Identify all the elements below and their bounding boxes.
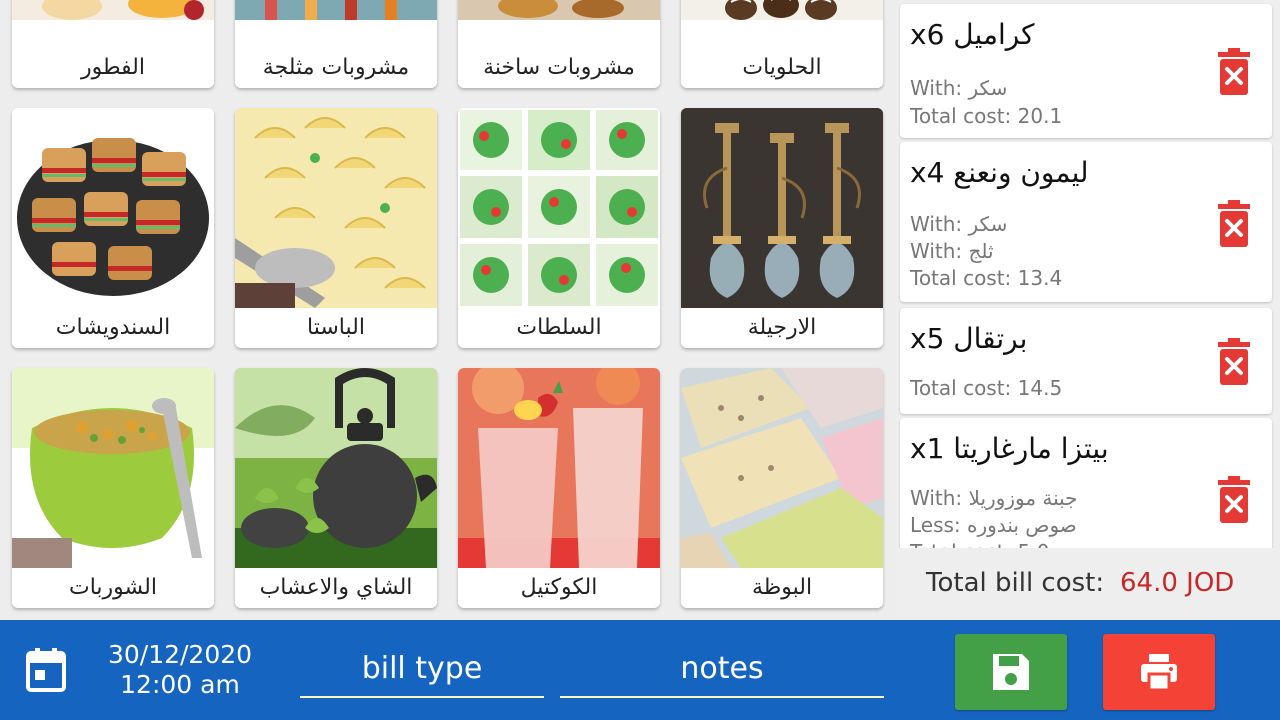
category-card-salads[interactable]: السلطات	[458, 108, 660, 348]
category-label: الباستا	[307, 315, 365, 340]
tea-herbs-image	[235, 368, 437, 568]
save-button[interactable]	[955, 634, 1067, 710]
order-item[interactable]: كراميل x6 With: سكر Total cost: 20.1	[900, 4, 1272, 138]
hot-drinks-image	[458, 0, 660, 20]
category-card-sandwiches[interactable]: السندويشات	[12, 108, 214, 348]
salads-image	[458, 108, 660, 308]
breakfast-image	[12, 0, 214, 20]
order-list[interactable]: كراميل x6 With: سكر Total cost: 20.1 ليم…	[896, 0, 1280, 548]
notes-field[interactable]: notes	[560, 644, 884, 698]
delete-icon[interactable]	[1214, 338, 1254, 386]
print-icon	[1141, 654, 1177, 692]
date-text: 30/12/2020	[107, 640, 253, 669]
bill-total-value: 64.0 JOD	[1120, 568, 1235, 598]
pasta-image	[235, 108, 437, 308]
category-label: البوظة	[751, 575, 813, 600]
soups-image	[12, 368, 214, 568]
order-item-total: Total cost: 20.1	[910, 104, 1063, 128]
category-label: الشاي والاعشاب	[259, 575, 413, 600]
print-button[interactable]	[1103, 634, 1215, 710]
category-label: الفطور	[81, 55, 145, 80]
menu-grid: الحلويات مشروبات ساخنة مشروبات مثلجة الف…	[0, 0, 896, 620]
date-time[interactable]: 30/12/2020 12:00 am	[90, 640, 270, 700]
category-card-sweets[interactable]: الحلويات	[681, 0, 883, 88]
order-item-modifier: With: سكر	[910, 76, 1008, 100]
bill-total-label: Total bill cost:	[926, 568, 1105, 598]
order-panel: كراميل x6 With: سكر Total cost: 20.1 ليم…	[896, 0, 1280, 620]
delete-icon[interactable]	[1214, 48, 1254, 96]
category-card-hookah[interactable]: الارجيلة	[681, 108, 883, 348]
hookah-image	[681, 108, 883, 308]
save-icon	[993, 654, 1029, 690]
delete-icon[interactable]	[1214, 476, 1254, 524]
order-item-modifier: With: ثلج	[910, 239, 994, 263]
order-item-total: Total cost: 5.0	[910, 540, 1049, 548]
category-card-pasta[interactable]: الباستا	[235, 108, 437, 348]
category-card-breakfast[interactable]: الفطور	[12, 0, 214, 88]
time-text: 12:00 am	[120, 670, 240, 699]
category-label: مشروبات مثلجة	[262, 55, 410, 80]
order-item-total: Total cost: 14.5	[910, 376, 1063, 400]
order-item-name: برتقال x5	[910, 322, 1028, 355]
order-item-name: كراميل x6	[910, 18, 1035, 51]
calendar-icon[interactable]	[26, 648, 66, 692]
ice-cream-image	[681, 368, 883, 568]
order-item[interactable]: ليمون ونعنع x4 With: سكر With: ثلج Total…	[900, 142, 1272, 302]
order-item-modifier: With: سكر	[910, 212, 1008, 236]
category-label: الكوكتيل	[520, 575, 598, 600]
bill-total: Total bill cost: 64.0 JOD	[896, 548, 1280, 620]
sweets-image	[681, 0, 883, 20]
iced-drinks-image	[235, 0, 437, 20]
category-label: الحلويات	[742, 55, 822, 80]
order-item-name: ليمون ونعنع x4	[910, 156, 1089, 189]
pos-screen: الحلويات مشروبات ساخنة مشروبات مثلجة الف…	[0, 0, 1280, 720]
order-item-modifier: Less: صوص بندوره	[910, 513, 1077, 537]
category-label: الشوربات	[69, 575, 157, 600]
bottom-toolbar: 30/12/2020 12:00 am bill type notes	[0, 620, 1280, 720]
order-item-total: Total cost: 13.4	[910, 266, 1063, 290]
category-card-ice-cream[interactable]: البوظة	[681, 368, 883, 608]
cocktail-image	[458, 368, 660, 568]
category-card-hot-drinks[interactable]: مشروبات ساخنة	[458, 0, 660, 88]
category-label: السندويشات	[55, 315, 171, 340]
bill-type-field[interactable]: bill type	[300, 644, 544, 698]
order-item-name: بيتزا مارغاريتا x1	[910, 432, 1109, 465]
category-label: مشروبات ساخنة	[483, 55, 635, 80]
category-label: الارجيلة	[747, 315, 817, 340]
category-card-soups[interactable]: الشوربات	[12, 368, 214, 608]
category-card-iced-drinks[interactable]: مشروبات مثلجة	[235, 0, 437, 88]
category-card-cocktail[interactable]: الكوكتيل	[458, 368, 660, 608]
delete-icon[interactable]	[1214, 200, 1254, 248]
category-card-tea-herbs[interactable]: الشاي والاعشاب	[235, 368, 437, 608]
sandwiches-image	[12, 108, 214, 308]
order-item-modifier: With: جبنة موزوريلا	[910, 486, 1078, 510]
order-item[interactable]: برتقال x5 Total cost: 14.5	[900, 308, 1272, 414]
category-label: السلطات	[516, 315, 602, 340]
order-item[interactable]: بيتزا مارغاريتا x1 With: جبنة موزوريلا L…	[900, 418, 1272, 548]
